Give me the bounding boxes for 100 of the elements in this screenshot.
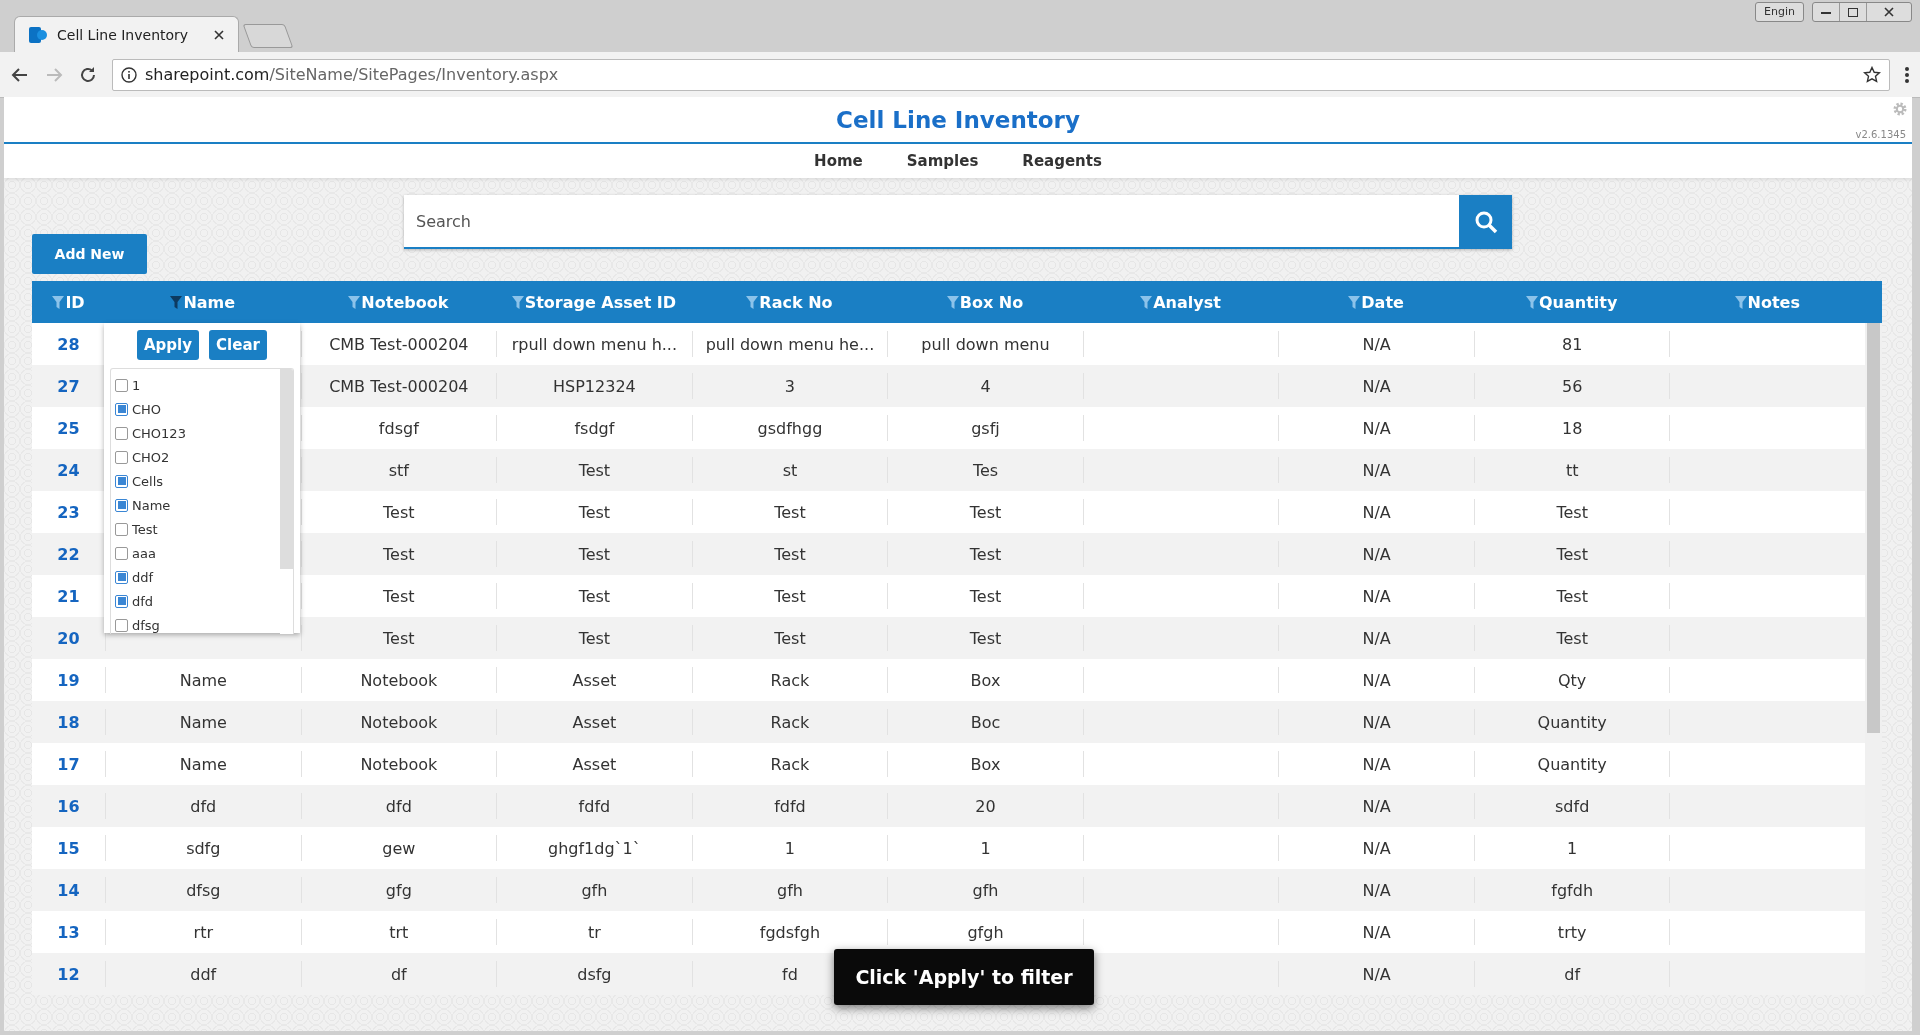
column-header[interactable]: Notebook bbox=[300, 281, 497, 323]
apply-button[interactable]: Apply bbox=[137, 330, 199, 360]
table-cell: pull down menu bbox=[921, 334, 1050, 354]
id-link[interactable]: 20 bbox=[57, 628, 80, 648]
table-cell: Rack bbox=[770, 712, 810, 732]
table-cell: Test bbox=[383, 502, 415, 522]
id-link[interactable]: 24 bbox=[57, 460, 80, 480]
column-header[interactable]: Notes bbox=[1669, 281, 1865, 323]
scrollbar[interactable] bbox=[1865, 323, 1882, 995]
table-cell: dsfg bbox=[577, 964, 612, 984]
new-tab-button[interactable] bbox=[242, 24, 294, 48]
id-link[interactable]: 25 bbox=[57, 418, 80, 438]
option-label: dfd bbox=[132, 593, 154, 609]
checkbox[interactable] bbox=[115, 498, 128, 512]
checkbox[interactable] bbox=[115, 474, 128, 488]
option-label: Cells bbox=[132, 473, 164, 489]
id-link[interactable]: 12 bbox=[57, 964, 80, 984]
table-cell: Quantity bbox=[1537, 754, 1607, 774]
column-header[interactable]: Analyst bbox=[1082, 281, 1279, 323]
table-cell: fd bbox=[782, 964, 798, 984]
table-cell: Qty bbox=[1558, 670, 1587, 690]
minimize-icon bbox=[1821, 9, 1831, 15]
list-scrollbar[interactable] bbox=[280, 369, 293, 634]
column-header[interactable]: ID bbox=[32, 281, 105, 323]
id-link[interactable]: 18 bbox=[57, 712, 80, 732]
checkbox[interactable] bbox=[115, 522, 128, 536]
table-cell: N/A bbox=[1362, 754, 1391, 774]
column-header[interactable]: Box No bbox=[887, 281, 1083, 323]
filter-icon[interactable] bbox=[946, 295, 959, 309]
column-header[interactable]: Name bbox=[105, 281, 301, 323]
table-cell: 1 bbox=[1567, 838, 1578, 858]
info-icon[interactable] bbox=[121, 66, 137, 83]
id-link[interactable]: 21 bbox=[57, 586, 80, 606]
nav-link[interactable]: Reagents bbox=[1022, 152, 1102, 170]
clear-button[interactable]: Clear bbox=[209, 330, 267, 360]
filter-icon[interactable] bbox=[170, 295, 183, 309]
menu-icon[interactable] bbox=[1904, 65, 1910, 84]
table-cell: ghgf1dg`1` bbox=[548, 838, 641, 858]
settings-icon[interactable] bbox=[1892, 101, 1908, 117]
table-cell: N/A bbox=[1362, 502, 1391, 522]
checkbox[interactable] bbox=[115, 570, 128, 584]
filter-icon[interactable] bbox=[746, 295, 759, 309]
option-label: CHO2 bbox=[132, 449, 170, 465]
id-link[interactable]: 16 bbox=[57, 796, 80, 816]
filter-icon[interactable] bbox=[348, 295, 361, 309]
nav-link[interactable]: Samples bbox=[906, 152, 979, 170]
table-cell: Test bbox=[383, 544, 415, 564]
column-header[interactable]: Date bbox=[1278, 281, 1474, 323]
close-icon[interactable] bbox=[214, 29, 224, 40]
table-cell: Rack bbox=[770, 670, 810, 690]
id-link[interactable]: 15 bbox=[57, 838, 80, 858]
checkbox[interactable] bbox=[115, 378, 128, 392]
option-label: dfsg bbox=[132, 617, 160, 633]
table-cell: fsdgf bbox=[574, 418, 615, 438]
table-cell: 20 bbox=[975, 796, 996, 816]
table-cell: CMB Test-000204 bbox=[329, 376, 469, 396]
table-cell: Test bbox=[969, 544, 1002, 564]
table-cell: Rack bbox=[770, 754, 810, 774]
column-header[interactable]: Rack No bbox=[691, 281, 888, 323]
filter-icon[interactable] bbox=[1734, 295, 1747, 309]
column-header[interactable]: Storage Asset ID bbox=[496, 281, 692, 323]
table-cell: N/A bbox=[1362, 922, 1391, 942]
checkbox[interactable] bbox=[115, 402, 128, 416]
id-link[interactable]: 27 bbox=[57, 376, 80, 396]
id-link[interactable]: 17 bbox=[57, 754, 80, 774]
table-cell: Box bbox=[970, 754, 1001, 774]
column-header[interactable]: Quantity bbox=[1473, 281, 1670, 323]
id-link[interactable]: 23 bbox=[57, 502, 80, 522]
table-cell: Test bbox=[969, 586, 1002, 606]
id-link[interactable]: 28 bbox=[57, 334, 80, 354]
table-cell: Test bbox=[1556, 628, 1588, 648]
add-new-button[interactable]: Add New bbox=[32, 234, 147, 274]
id-link[interactable]: 14 bbox=[57, 880, 80, 900]
browser-tab[interactable]: Cell Line Inventory bbox=[14, 16, 239, 52]
filter-icon[interactable] bbox=[52, 295, 65, 309]
table-cell: 3 bbox=[784, 376, 796, 396]
table-cell: Tes bbox=[972, 460, 999, 480]
id-link[interactable]: 22 bbox=[57, 544, 80, 564]
checkbox[interactable] bbox=[115, 450, 128, 464]
option-label: Test bbox=[132, 521, 158, 537]
checkbox[interactable] bbox=[115, 546, 128, 560]
search-button[interactable] bbox=[1459, 195, 1512, 249]
checkbox[interactable] bbox=[115, 594, 128, 608]
checkbox[interactable] bbox=[115, 618, 128, 632]
filter-icon[interactable] bbox=[1525, 295, 1538, 309]
table-cell: rtr bbox=[193, 922, 213, 942]
table-cell: 56 bbox=[1561, 376, 1583, 396]
star-icon[interactable] bbox=[1863, 65, 1881, 84]
table-cell: 81 bbox=[1561, 334, 1583, 354]
checkbox[interactable] bbox=[115, 426, 128, 440]
search-field[interactable]: Search bbox=[404, 195, 1459, 249]
nav-link[interactable]: Home bbox=[814, 152, 863, 170]
table-cell: N/A bbox=[1362, 964, 1391, 984]
id-link[interactable]: 19 bbox=[57, 670, 80, 690]
id-link[interactable]: 13 bbox=[57, 922, 80, 942]
filter-icon[interactable] bbox=[1140, 295, 1153, 309]
filter-icon[interactable] bbox=[1348, 295, 1361, 309]
filter-icon[interactable] bbox=[511, 295, 524, 309]
address-bar[interactable]: sharepoint.com/SiteName/SitePages/Inventory.aspx bbox=[112, 58, 1890, 91]
language-button[interactable]: Engin bbox=[1755, 2, 1804, 22]
